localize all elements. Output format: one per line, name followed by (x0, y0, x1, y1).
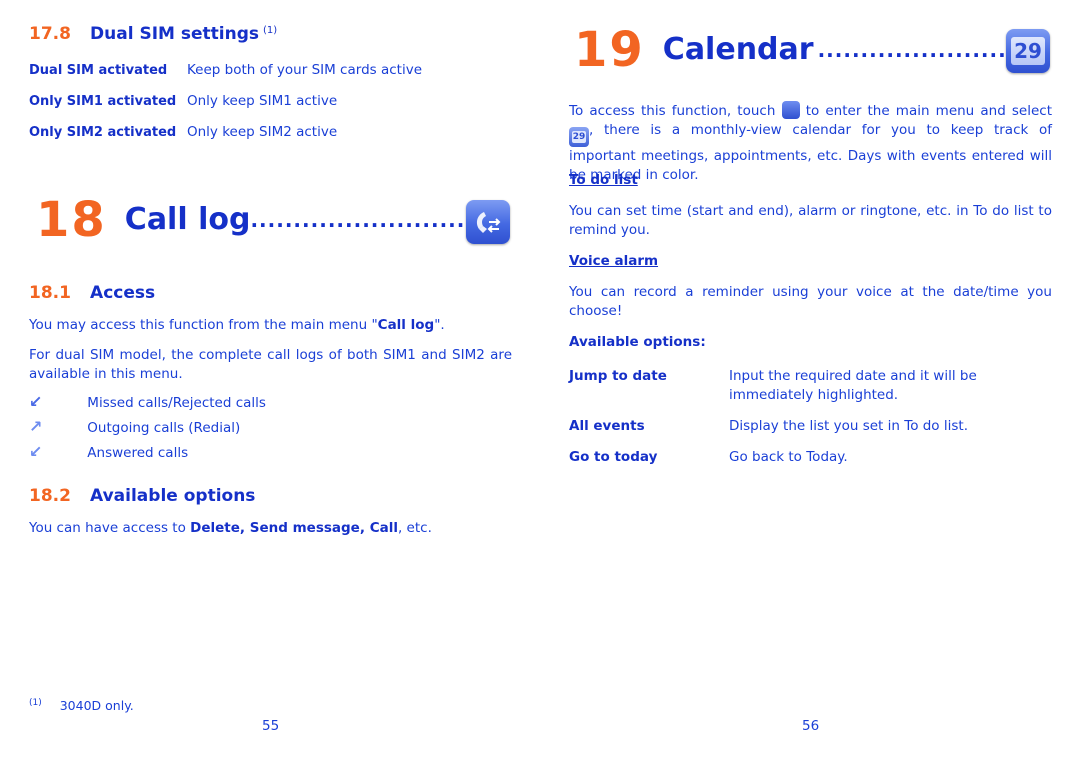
calendar-icon: 29 (1006, 29, 1050, 73)
dot-leader: ........................... (250, 208, 483, 232)
dual-sim-option-row: Only SIM2 activated Only keep SIM2 activ… (29, 123, 337, 142)
option-desc: Keep both of your SIM cards active (187, 62, 422, 78)
missed-call-arrow-icon: ↙ (29, 392, 43, 411)
section-title: Access (90, 283, 156, 303)
text: ". (434, 317, 445, 333)
section-number: 18.2 (29, 486, 71, 506)
chapter-19-heading: 19 Calendar ........................ (574, 24, 1024, 76)
section-18-1-heading: 18.1 Access (29, 283, 155, 303)
left-page: 17.8 Dual SIM settings (1) Dual SIM activ… (0, 0, 540, 767)
text: You may access this function from the ma… (29, 317, 378, 333)
call-type-item: ↙ Missed calls/Rejected calls (29, 392, 266, 413)
page-number: 56 (802, 718, 820, 734)
separator: , (359, 520, 370, 536)
option-term: Go to today (569, 449, 658, 465)
call-type-label: Outgoing calls (Redial) (87, 420, 241, 436)
calendar-option-row: Go to today Go back to Today. (569, 448, 1052, 467)
option-send-message: Send message (249, 520, 360, 536)
section-number: 18.1 (29, 283, 71, 303)
page-number: 55 (262, 718, 280, 734)
chapter-title: Call log (124, 202, 251, 237)
calendar-option-row: Jump to date Input the required date and… (569, 367, 1052, 405)
option-call: Call (369, 520, 398, 536)
dual-sim-option-row: Only SIM1 activated Only keep SIM1 activ… (29, 92, 337, 111)
call-type-item: ↙ Answered calls (29, 442, 188, 463)
option-term: Dual SIM activated (29, 63, 168, 78)
option-term: Only SIM2 activated (29, 125, 177, 140)
calendar-intro-paragraph: To access this function, touch to enter … (569, 101, 1052, 185)
call-type-label: Missed calls/Rejected calls (87, 395, 266, 411)
calendar-icon-date: 29 (1011, 37, 1045, 65)
text: , there is a monthly-view calendar for y… (569, 122, 1052, 183)
option-desc: Only keep SIM1 active (187, 93, 338, 109)
option-desc: Only keep SIM2 active (187, 124, 338, 140)
chapter-title: Calendar (662, 32, 814, 67)
option-desc: Go back to Today. (729, 449, 848, 465)
calendar-inline-icon-date: 29 (571, 131, 587, 143)
right-page: 19 Calendar ........................ 29 … (540, 0, 1080, 767)
call-type-label: Answered calls (87, 445, 189, 461)
text: You can have access to (29, 520, 191, 536)
todo-list-heading: To do list (569, 172, 638, 188)
todo-list-paragraph: You can set time (start and end), alarm … (569, 203, 1052, 238)
option-desc: Display the list you set in To do list. (729, 418, 968, 434)
separator: , (239, 520, 250, 536)
calendar-inline-icon: 29 (569, 127, 589, 147)
call-log-menu-name: Call log (377, 317, 435, 333)
dual-sim-option-row: Dual SIM activated Keep both of your SIM… (29, 61, 422, 80)
main-menu-grid-icon (781, 101, 800, 119)
text: To access this function, touch (569, 103, 776, 119)
footnote-text: 3040D only. (59, 698, 134, 714)
text: , etc. (397, 520, 432, 536)
option-term: Jump to date (569, 368, 667, 384)
chapter-number: 18 (36, 192, 107, 248)
section-title: Available options (90, 486, 256, 506)
dot-leader: ........................ (817, 38, 1024, 62)
footnote: (1) 3040D only. (29, 698, 134, 713)
voice-alarm-paragraph: You can record a reminder using your voi… (569, 284, 1052, 319)
section-18-2-heading: 18.2 Available options (29, 486, 255, 506)
calendar-option-row: All events Display the list you set in T… (569, 417, 1052, 436)
call-type-item: ↗ Outgoing calls (Redial) (29, 417, 240, 438)
chapter-18-heading: 18 Call log ........................... (36, 194, 483, 246)
option-desc: Input the required date and it will be i… (729, 368, 977, 403)
option-term: Only SIM1 activated (29, 94, 177, 109)
access-paragraph: You may access this function from the ma… (29, 316, 512, 335)
voice-alarm-heading: Voice alarm (569, 253, 659, 269)
available-options-paragraph: You can have access to Delete, Send mess… (29, 519, 432, 538)
footnote-ref: (1) (263, 24, 278, 36)
footnote-marker: (1) (29, 698, 42, 708)
section-17-8-heading: 17.8 Dual SIM settings (1) (29, 24, 277, 44)
section-title: Dual SIM settings (90, 24, 260, 44)
call-log-icon (466, 200, 510, 244)
answered-call-arrow-icon: ↙ (29, 442, 43, 461)
option-term: All events (569, 418, 645, 434)
text: to enter the main menu and select (805, 103, 1053, 119)
outgoing-call-arrow-icon: ↗ (29, 417, 43, 436)
chapter-number: 19 (574, 22, 645, 78)
section-number: 17.8 (29, 24, 71, 44)
option-delete: Delete (190, 520, 240, 536)
dual-sim-paragraph: For dual SIM model, the complete call lo… (29, 347, 512, 382)
available-options-heading: Available options: (569, 334, 706, 350)
